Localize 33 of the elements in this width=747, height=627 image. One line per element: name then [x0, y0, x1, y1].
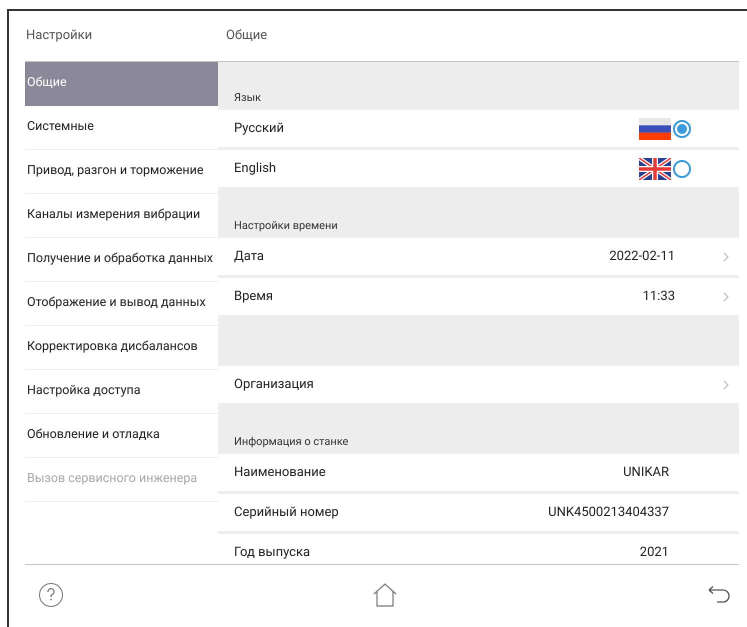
section-heading: Настройки времени: [234, 218, 338, 234]
row-value: 2022-02-11: [609, 248, 675, 266]
settings-title: Настройки: [26, 27, 94, 46]
language-option[interactable]: Русский: [218, 110, 739, 147]
settings-row[interactable]: Время 11:33: [218, 278, 739, 315]
page-title: Общие: [226, 27, 268, 46]
radio-button[interactable]: [673, 160, 691, 178]
row-label: Время: [234, 288, 274, 306]
language-option[interactable]: English: [218, 150, 739, 187]
row-label: English: [234, 160, 276, 178]
settings-row[interactable]: Дата 2022-02-11: [218, 238, 739, 275]
row-value: UNK4500213404337: [548, 504, 669, 522]
flag-icon: [639, 118, 671, 140]
radio-button[interactable]: [673, 120, 691, 138]
help-icon[interactable]: [39, 582, 63, 606]
section-heading: Язык: [234, 90, 262, 106]
settings-row[interactable]: Организация: [218, 366, 739, 403]
row-value: UNIKAR: [623, 464, 669, 482]
chevron-right-icon: [723, 292, 729, 302]
row-label: Серийный номер: [234, 504, 339, 522]
flag-icon: [639, 158, 671, 180]
row-value: 2021: [640, 544, 669, 562]
row-label: Русский: [234, 120, 284, 138]
home-icon[interactable]: [372, 582, 398, 608]
row-label: Организация: [234, 376, 314, 394]
chevron-right-icon: [723, 252, 729, 262]
section-heading: Информация о станке: [234, 434, 348, 450]
row-label: Дата: [234, 248, 264, 266]
row-value: 11:33: [642, 288, 675, 306]
chevron-right-icon: [723, 380, 729, 390]
row-label: Год выпуска: [234, 544, 310, 562]
back-icon[interactable]: [707, 584, 731, 604]
row-label: Наименование: [234, 464, 326, 482]
